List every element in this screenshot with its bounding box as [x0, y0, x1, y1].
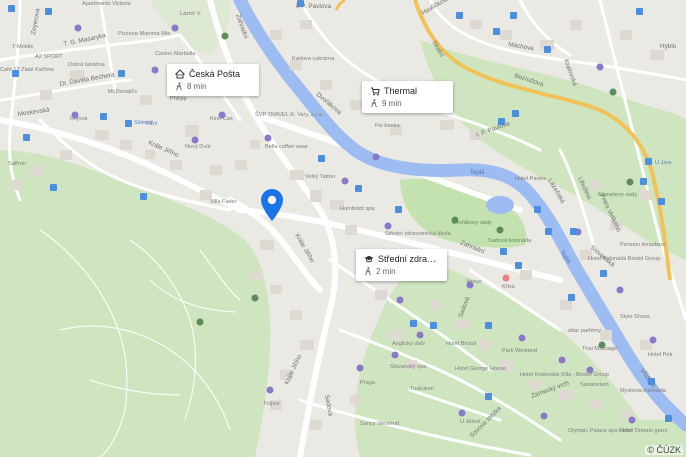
poi-label: Hotel Kolonáda Bristol Group [588, 256, 660, 262]
walking-icon [175, 82, 183, 91]
poi-label: Hotel Pavlov [515, 176, 547, 182]
pond [486, 196, 514, 214]
poi-label: Anglický dvůr [392, 340, 425, 347]
poi-label: Slovanský spa [390, 364, 427, 370]
poi-label: Mozartovy sady [598, 192, 637, 198]
poi-label: Casino Marbella [155, 51, 196, 57]
poi-label: ŠVP TRAVEL K. Vary, s.r.o. [255, 111, 323, 118]
poi-label: Fio banka [375, 123, 400, 129]
poi-label: Myslivna kolonáda [620, 388, 667, 394]
poi-label: Trojice [263, 401, 280, 407]
poi-label: Nový Dvůr [185, 143, 211, 150]
poi-label: Style Shoes [620, 314, 650, 320]
school-icon [364, 254, 374, 264]
poi-label: Apartments Victoria [82, 1, 132, 7]
map-canvas[interactable]: Zahradní Zahradní Krále Jiřího Krále Jiř… [0, 0, 686, 457]
callout-skola[interactable]: Střední zdravotni... 2 min [356, 249, 447, 281]
location-pin-icon[interactable] [260, 188, 284, 222]
callout-walk-time: 2 min [376, 267, 396, 276]
poi-label: Velký Tattoo [305, 174, 335, 180]
poi-label: Hotel Petr [648, 352, 673, 358]
poi-label: Střední zdravotnická škola [385, 231, 451, 237]
poi-label: Praga [360, 380, 376, 386]
map-attribution: © ČÚZK [645, 445, 683, 455]
callout-posta[interactable]: Česká Pošta 8 min [167, 64, 259, 96]
callout-thermal[interactable]: Thermal 9 min [362, 81, 453, 113]
callout-walk-time: 9 min [382, 99, 402, 108]
poi-label: Sanatorium [580, 382, 609, 388]
poi-label: Park Westend [502, 348, 537, 354]
post-office-icon [175, 69, 185, 79]
walking-icon [370, 99, 378, 108]
shopping-cart-icon [370, 86, 380, 96]
callout-title: Střední zdravotni... [378, 254, 439, 264]
river-label: Teplá [470, 170, 485, 176]
poi-label: Karlova cukrárna [292, 56, 335, 62]
poi-label: Tržní [145, 121, 158, 127]
poi-label: A2 SPORT [35, 54, 63, 60]
poi-label: U Jara [655, 160, 672, 166]
poi-label: Pizzeria Mamma Mia [118, 31, 171, 37]
poi-label: Dobrá tabáčna [68, 62, 106, 68]
poi-label: Tuskulum [410, 386, 434, 392]
poi-label: attar parfémy [568, 328, 601, 334]
poi-label: Sancy Westend [360, 421, 399, 427]
poi-label: Křivá [502, 284, 516, 290]
callout-title: Thermal [384, 86, 418, 96]
poi-label: Lázně V. [180, 11, 202, 17]
poi-label: T-Mobile [12, 44, 33, 50]
street-label: Hýblo [660, 43, 677, 50]
poi-label: Humboldt spa [340, 206, 375, 212]
poi-label: Café 12 Zlaté Kačhne [0, 67, 54, 73]
poi-label: Hotel Kralovská Villa - Bristol Group [520, 372, 609, 378]
callout-title: Česká Pošta [189, 69, 241, 79]
walking-icon [364, 267, 372, 276]
callout-walk-time: 8 min [187, 82, 207, 91]
poi-label: Hotel Bristol [446, 341, 476, 347]
poi-label: Hotel George House [455, 366, 506, 372]
poi-label: Philipp [170, 96, 187, 102]
poi-label: Saffron [8, 161, 26, 167]
poi-label: Penzion Amadeus [620, 242, 665, 248]
poi-label: U Jelení [460, 419, 481, 425]
poi-label: Sadová kolonáda [488, 238, 532, 244]
poi-label: Bella coffee wear [265, 144, 308, 150]
poi-label: Hotel Ontario garni [620, 428, 667, 434]
poi-label: McDonald's [108, 89, 137, 95]
poi-label: Villa Fader [210, 199, 237, 205]
